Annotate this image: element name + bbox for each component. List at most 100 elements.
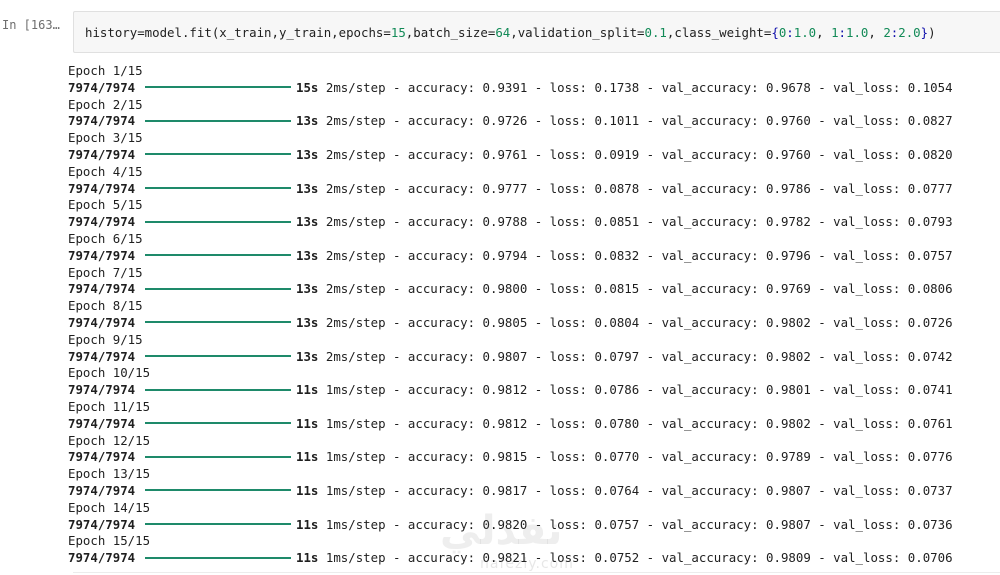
epoch-block: Epoch 6/15 7974/7974 13s 2ms/step - accura…: [68, 231, 993, 265]
loss-label: - loss:: [527, 79, 595, 95]
accuracy-label: - accuracy:: [385, 516, 483, 532]
loss-label: - loss:: [527, 550, 595, 566]
epoch-progress-bar: [145, 287, 291, 290]
val-accuracy-label: - val_accuracy:: [639, 79, 767, 95]
epoch-progress-line: 7974/7974 13s 2ms/step - accuracy: 0.9794…: [68, 248, 993, 265]
loss-value: 0.0815: [594, 281, 640, 297]
val-loss-label: - val_loss:: [810, 247, 908, 263]
accuracy-label: - accuracy:: [385, 382, 483, 398]
cell-output: Epoch 1/15 7974/7974 15s 2ms/step - accura…: [68, 63, 993, 575]
epoch-progress-bar: [145, 220, 291, 223]
val-loss-value: 0.1054: [907, 79, 953, 95]
cell-divider: [73, 572, 1000, 573]
val-accuracy-value: 0.9769: [766, 281, 811, 297]
val-accuracy-label: - val_accuracy:: [639, 415, 767, 431]
code-mid3: ,class_weight=: [666, 25, 772, 40]
accuracy-label: - accuracy:: [385, 449, 483, 465]
val-accuracy-label: - val_accuracy:: [639, 382, 767, 398]
epoch-per-step: 2ms/step: [325, 214, 386, 230]
epoch-label: Epoch 12/15: [68, 432, 151, 448]
code-input-area[interactable]: history=model.fit(x_train,y_train,epochs…: [73, 11, 1000, 53]
epoch-time: 13s: [296, 113, 319, 129]
epoch-block: Epoch 8/15 7974/7974 13s 2ms/step - accura…: [68, 298, 993, 332]
val-accuracy-label: - val_accuracy:: [639, 281, 767, 297]
epoch-label: Epoch 1/15: [68, 63, 143, 78]
val-loss-value: 0.0741: [907, 382, 953, 398]
accuracy-value: 0.9812: [482, 382, 528, 398]
epoch-time: 15s: [296, 79, 319, 95]
epoch-time: 11s: [296, 482, 319, 498]
accuracy-value: 0.9761: [482, 146, 528, 162]
epoch-progress-bar: [145, 86, 291, 89]
accuracy-label: - accuracy:: [385, 180, 483, 196]
epoch-progress-line: 7974/7974 11s 1ms/step - accuracy: 0.9812…: [68, 382, 993, 399]
epoch-per-step: 1ms/step: [325, 550, 386, 566]
val-loss-label: - val_loss:: [810, 348, 908, 364]
epoch-label: Epoch 4/15: [68, 163, 143, 179]
val-loss-value: 0.0736: [907, 516, 953, 532]
val-accuracy-value: 0.9760: [766, 146, 811, 162]
val-accuracy-label: - val_accuracy:: [639, 146, 767, 162]
epoch-progress-line: 7974/7974 11s 1ms/step - accuracy: 0.9821…: [68, 550, 993, 567]
code-validation-split-value: 0.1: [644, 25, 667, 40]
epoch-time: 11s: [296, 449, 319, 465]
accuracy-value: 0.9391: [482, 79, 528, 95]
val-accuracy-label: - val_accuracy:: [639, 449, 767, 465]
loss-value: 0.1738: [594, 79, 640, 95]
epoch-progress-bar: [145, 388, 291, 391]
epoch-progress-line: 7974/7974 13s 2ms/step - accuracy: 0.9777…: [68, 181, 993, 198]
loss-label: - loss:: [527, 314, 595, 330]
accuracy-label: - accuracy:: [385, 281, 483, 297]
code-suffix: ): [928, 25, 936, 40]
loss-value: 0.0878: [594, 180, 640, 196]
loss-label: - loss:: [527, 247, 595, 263]
epoch-steps: 7974/7974: [68, 79, 136, 95]
code-cw-sep0: ,: [816, 25, 832, 40]
epoch-steps: 7974/7974: [68, 247, 136, 263]
epoch-label: Epoch 8/15: [68, 298, 143, 314]
epoch-block: Epoch 9/15 7974/7974 13s 2ms/step - accura…: [68, 332, 993, 366]
val-loss-label: - val_loss:: [810, 482, 908, 498]
epoch-block: Epoch 15/15 7974/7974 11s 1ms/step - accur…: [68, 533, 993, 567]
accuracy-label: - accuracy:: [385, 146, 483, 162]
val-accuracy-value: 0.9807: [766, 482, 811, 498]
epoch-progress-line: 7974/7974 11s 1ms/step - accuracy: 0.9817…: [68, 483, 993, 500]
loss-value: 0.0764: [594, 482, 640, 498]
epoch-steps: 7974/7974: [68, 314, 136, 330]
val-loss-label: - val_loss:: [810, 281, 908, 297]
loss-label: - loss:: [527, 516, 595, 532]
val-accuracy-value: 0.9809: [766, 550, 811, 566]
code-mid1: ,batch_size=: [405, 25, 496, 40]
val-accuracy-label: - val_accuracy:: [639, 113, 767, 129]
epoch-block: Epoch 12/15 7974/7974 11s 1ms/step - accur…: [68, 433, 993, 467]
loss-value: 0.0780: [594, 415, 640, 431]
accuracy-label: - accuracy:: [385, 214, 483, 230]
epoch-progress-line: 7974/7974 13s 2ms/step - accuracy: 0.9800…: [68, 281, 993, 298]
val-accuracy-value: 0.9678: [766, 79, 811, 95]
epoch-steps: 7974/7974: [68, 180, 136, 196]
epoch-progress-bar: [145, 321, 291, 324]
val-loss-value: 0.0827: [907, 113, 953, 129]
epoch-label: Epoch 13/15: [68, 466, 151, 482]
val-loss-label: - val_loss:: [810, 415, 908, 431]
val-loss-label: - val_loss:: [810, 214, 908, 230]
val-loss-value: 0.0777: [907, 180, 953, 196]
epoch-label: Epoch 15/15: [68, 533, 151, 549]
epoch-progress-line: 7974/7974 13s 2ms/step - accuracy: 0.9761…: [68, 147, 993, 164]
val-accuracy-label: - val_accuracy:: [639, 214, 767, 230]
epoch-per-step: 2ms/step: [325, 180, 386, 196]
epoch-progress-bar: [145, 489, 291, 492]
epoch-steps: 7974/7974: [68, 516, 136, 532]
epoch-time: 13s: [296, 214, 319, 230]
epoch-steps: 7974/7974: [68, 382, 136, 398]
code-dict-close: }: [920, 25, 929, 40]
epoch-progress-line: 7974/7974 13s 2ms/step - accuracy: 0.9807…: [68, 349, 993, 366]
epoch-steps: 7974/7974: [68, 281, 136, 297]
loss-label: - loss:: [527, 415, 595, 431]
epoch-per-step: 2ms/step: [325, 348, 386, 364]
epoch-progress-bar: [145, 422, 291, 425]
accuracy-value: 0.9794: [482, 247, 528, 263]
val-loss-value: 0.0742: [907, 348, 953, 364]
code-cw-val1: 1.0: [846, 25, 869, 40]
epoch-per-step: 1ms/step: [325, 482, 386, 498]
